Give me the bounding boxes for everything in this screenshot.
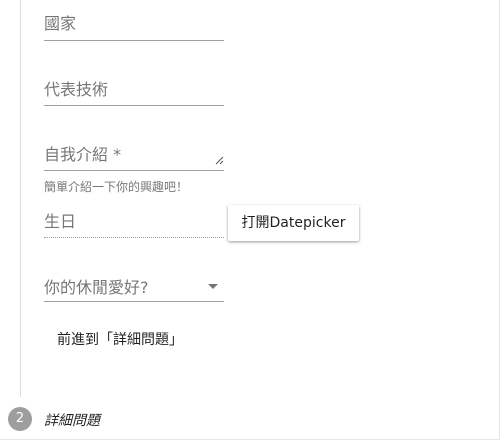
step-title[interactable]: 詳細問題 <box>44 410 100 430</box>
hobby-select[interactable]: 你的休閒愛好? <box>44 278 224 306</box>
skill-placeholder: 代表技術 <box>44 80 109 99</box>
hobby-placeholder: 你的休閒愛好? <box>44 278 149 297</box>
skill-field[interactable]: 代表技術 <box>44 80 224 108</box>
step-number-badge: 2 <box>8 407 32 431</box>
birthday-field[interactable]: 生日 <box>44 212 224 240</box>
intro-textarea[interactable]: 自我介紹 * <box>44 145 224 173</box>
intro-placeholder: 自我介紹 * <box>44 145 122 164</box>
hobby-underline <box>44 301 224 302</box>
intro-hint: 簡單介紹一下你的興趣吧！ <box>44 180 189 194</box>
step-connector-line <box>20 0 21 397</box>
dropdown-arrow-icon[interactable] <box>208 284 218 289</box>
country-placeholder: 國家 <box>44 14 77 33</box>
country-underline <box>44 40 224 41</box>
next-step-button[interactable]: 前進到「詳細問題」 <box>44 322 196 358</box>
open-datepicker-button[interactable]: 打開Datepicker <box>228 205 359 241</box>
skill-underline <box>44 105 224 106</box>
birthday-placeholder: 生日 <box>44 212 77 231</box>
stepper-panel: 國家 代表技術 自我介紹 * 簡單介紹一下你的興趣吧！ 生日 打開Datepic… <box>0 0 500 440</box>
birthday-underline <box>44 237 224 238</box>
intro-underline <box>44 170 224 171</box>
country-field[interactable]: 國家 <box>44 14 224 42</box>
resize-grip-icon[interactable] <box>215 156 224 165</box>
